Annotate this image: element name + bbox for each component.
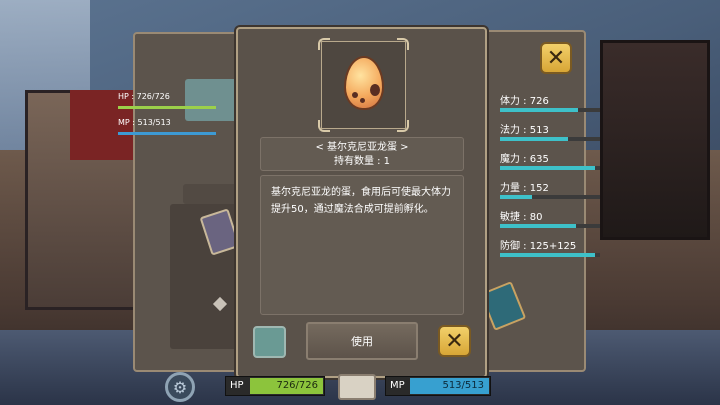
- frame-corner: [397, 38, 409, 50]
- item-icon-frame: [318, 38, 409, 132]
- stat-fill: [500, 166, 595, 170]
- hud-mp-bar: MP 513/513: [385, 376, 491, 396]
- use-button[interactable]: 使用: [306, 322, 418, 360]
- stat-fill: [500, 224, 576, 228]
- scroll-icon[interactable]: [338, 374, 376, 400]
- hp-row: HP : 726/726: [118, 92, 218, 110]
- stat-track: [500, 166, 600, 170]
- panel-close-button[interactable]: ✕: [540, 42, 572, 74]
- quick-slot[interactable]: [253, 326, 286, 358]
- stat-label: 魔力 : 635: [500, 154, 549, 165]
- item-description-box: 基尔克尼亚龙的蛋，食用后可使最大体力提升50，通过魔法合成可提前孵化。: [260, 175, 464, 315]
- dragon-egg-icon: [344, 56, 384, 110]
- stat-label: 防御 : 125+125: [500, 241, 577, 252]
- stat-mana: 法力 : 513: [500, 119, 604, 148]
- stats-list: 体力 : 726 法力 : 513 魔力 : 635 力量 : 152 敏捷 :…: [500, 90, 604, 264]
- close-icon: ✕: [445, 328, 464, 354]
- stat-track: [500, 224, 600, 228]
- close-icon: ✕: [546, 45, 566, 71]
- item-description: 基尔克尼亚龙的蛋，食用后可使最大体力提升50，通过魔法合成可提前孵化。: [271, 187, 451, 215]
- popup-close-button[interactable]: ✕: [438, 325, 471, 357]
- hud-mp-value: 513/513: [442, 380, 484, 391]
- bottom-hud: ⚙ HP 726/726 MP 513/513: [160, 372, 510, 402]
- inventory-tab[interactable]: [183, 184, 243, 204]
- frame-corner: [318, 120, 330, 132]
- use-button-label: 使用: [351, 335, 373, 348]
- scene-bookshelf: [600, 40, 710, 240]
- frame-corner: [318, 38, 330, 50]
- stat-track: [500, 195, 600, 199]
- stat-track: [500, 108, 600, 112]
- stat-fill: [500, 137, 568, 141]
- hp-text: HP : 726/726: [118, 92, 170, 101]
- stat-defense: 防御 : 125+125: [500, 235, 604, 264]
- mp-text: MP : 513/513: [118, 118, 171, 127]
- mp-bar: [118, 132, 216, 135]
- stat-label: 法力 : 513: [500, 125, 549, 136]
- stat-label: 体力 : 726: [500, 96, 549, 107]
- character-vitals: HP : 726/726 MP : 513/513: [118, 92, 218, 136]
- stat-label: 力量 : 152: [500, 183, 549, 194]
- stat-fill: [500, 253, 595, 257]
- stat-strength: 力量 : 152: [500, 177, 604, 206]
- inventory-panel: [133, 32, 243, 372]
- egg-spot: [360, 98, 365, 103]
- hud-hp-label: HP: [230, 380, 244, 391]
- stat-track: [500, 253, 600, 257]
- stat-vitality: 体力 : 726: [500, 90, 604, 119]
- item-name: < 基尔克尼亚龙蛋 >: [315, 142, 409, 153]
- frame-corner: [397, 120, 409, 132]
- mp-row: MP : 513/513: [118, 118, 218, 136]
- gear-icon[interactable]: ⚙: [165, 372, 195, 402]
- stat-label: 敏捷 : 80: [500, 212, 543, 223]
- hud-hp-bar: HP 726/726: [225, 376, 325, 396]
- stat-magic: 魔力 : 635: [500, 148, 604, 177]
- item-owned-count: 持有数量 : 1: [333, 156, 391, 167]
- hud-hp-value: 726/726: [276, 380, 318, 391]
- stat-agility: 敏捷 : 80: [500, 206, 604, 235]
- item-detail-popup: < 基尔克尼亚龙蛋 > 持有数量 : 1 基尔克尼亚龙的蛋，食用后可使最大体力提…: [236, 27, 487, 378]
- egg-spot: [370, 84, 380, 96]
- item-name-box: < 基尔克尼亚龙蛋 > 持有数量 : 1: [260, 137, 464, 171]
- hud-mp-label: MP: [390, 380, 405, 391]
- stat-fill: [500, 108, 578, 112]
- egg-spot: [352, 92, 358, 98]
- hp-bar: [118, 106, 216, 109]
- stat-track: [500, 137, 600, 141]
- stat-fill: [500, 195, 532, 199]
